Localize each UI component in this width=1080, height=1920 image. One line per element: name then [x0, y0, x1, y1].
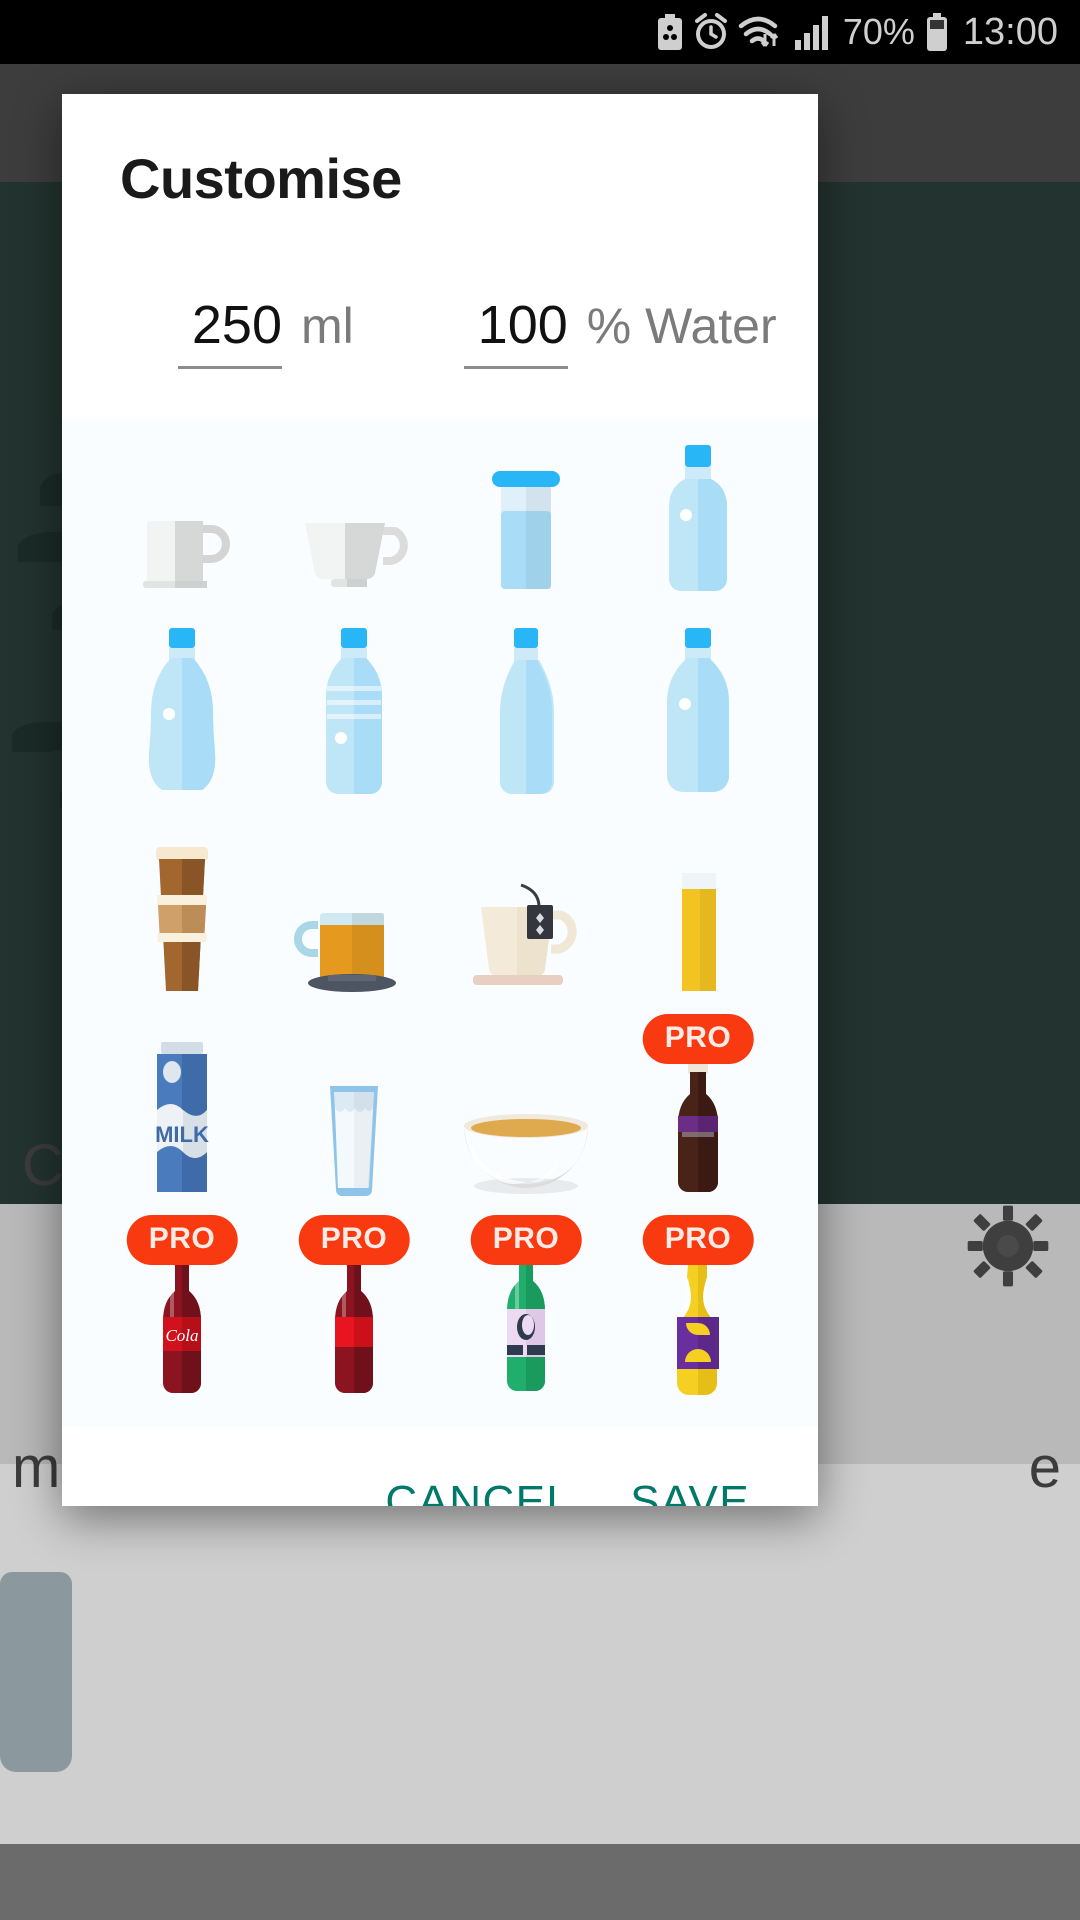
clock-label: 13:00	[962, 10, 1058, 53]
water-bottle-tall-icon[interactable]	[461, 627, 591, 796]
teacup-icon[interactable]	[289, 445, 419, 595]
drink-option[interactable]: PRO	[440, 1214, 612, 1424]
drink-option[interactable]	[268, 821, 440, 1022]
drink-option[interactable]: PRO Cola	[96, 1214, 268, 1424]
drink-option[interactable]: PRO	[612, 1013, 784, 1223]
cola-bottle-purple-icon[interactable]: PRO	[633, 1013, 763, 1198]
drink-option[interactable]	[440, 821, 612, 1022]
cancel-button[interactable]: CANCEL	[379, 1467, 578, 1506]
status-bar: 70% 13:00	[0, 0, 1080, 64]
mug-icon[interactable]	[117, 445, 247, 595]
save-button[interactable]: SAVE	[624, 1467, 756, 1506]
water-bottle-curvy-icon[interactable]	[117, 627, 247, 796]
drink-option[interactable]	[612, 620, 784, 821]
drink-option[interactable]	[268, 419, 440, 620]
pro-badge: PRO	[298, 1214, 410, 1265]
background-right-text: e	[1028, 1435, 1062, 1500]
drink-icon-grid: MILK PRO PRO Cola PRO PRO PRO	[96, 419, 784, 1427]
soup-bowl-icon[interactable]	[461, 1048, 591, 1198]
teabag-cup-icon[interactable]	[461, 847, 591, 997]
page-title: Customise	[120, 147, 402, 210]
battery-icon	[926, 13, 948, 51]
milk-carton-icon[interactable]: MILK	[117, 1041, 247, 1198]
dialog-header: Customise	[62, 94, 818, 211]
pro-badge: PRO	[470, 1214, 582, 1265]
battery-percent-label: 70%	[842, 11, 915, 52]
percent-unit-label: % Water	[586, 298, 777, 354]
amount-field-group: 250 ml	[178, 297, 354, 369]
drink-option[interactable]: PRO	[268, 1214, 440, 1424]
pro-badge: PRO	[642, 1214, 754, 1265]
drink-option[interactable]	[268, 620, 440, 821]
soda-bottle-red-icon[interactable]: PRO	[289, 1214, 419, 1399]
drink-option[interactable]	[96, 821, 268, 1022]
amount-unit-label: ml	[301, 298, 354, 354]
percent-field-group: 100 % Water	[463, 297, 777, 369]
amount-input[interactable]: 250	[178, 298, 282, 369]
drink-icon-grid-wrapper: MILK PRO PRO Cola PRO PRO PRO	[62, 419, 818, 1427]
cola-bottle-label: Cola	[165, 1326, 198, 1345]
juice-bottle-yellow-icon[interactable]: PRO	[633, 1214, 763, 1399]
drink-option[interactable]	[612, 821, 784, 1022]
drink-option[interactable]	[440, 1022, 612, 1223]
drink-option[interactable]	[440, 419, 612, 620]
wifi-icon	[738, 14, 783, 50]
drink-option[interactable]	[96, 419, 268, 620]
water-bottle-round-icon[interactable]	[633, 627, 763, 796]
water-bottle-ribbed-icon[interactable]	[289, 627, 419, 796]
cola-bottle-label-icon[interactable]: PRO Cola	[117, 1214, 247, 1399]
dialog-actions: CANCEL SAVE	[62, 1427, 818, 1506]
drink-option[interactable]	[612, 419, 784, 620]
percent-input[interactable]: 100	[463, 298, 568, 369]
battery-saver-icon	[657, 14, 683, 50]
soda-bottle-green-icon[interactable]: PRO	[461, 1214, 591, 1399]
drink-option[interactable]: MILK	[96, 1022, 268, 1223]
drink-option[interactable]: PRO	[612, 1214, 784, 1424]
background-left-text: C	[22, 1133, 65, 1198]
glass-with-lid-icon[interactable]	[461, 445, 591, 595]
alarm-clock-icon	[694, 13, 728, 50]
water-bottle-small-icon[interactable]	[633, 444, 763, 595]
inputs-row: 250 ml 100 % Water	[62, 277, 818, 369]
juice-glass-icon[interactable]	[633, 847, 763, 997]
customise-dialog: Customise 250 ml 100 % Water MILK PRO PR…	[62, 94, 818, 1506]
pro-badge: PRO	[126, 1214, 238, 1265]
milk-carton-label: MILK	[155, 1122, 209, 1147]
drink-option[interactable]	[96, 620, 268, 821]
background-bottom-strip	[0, 1844, 1080, 1920]
tea-glass-icon[interactable]	[289, 847, 419, 997]
drink-option[interactable]	[268, 1022, 440, 1223]
milk-glass-icon[interactable]	[289, 1048, 419, 1198]
background-bottle-image	[0, 1572, 72, 1772]
pro-badge: PRO	[642, 1013, 754, 1064]
coffee-togo-cup-icon[interactable]	[117, 846, 247, 997]
signal-bars-icon	[794, 14, 830, 50]
drink-option[interactable]	[440, 620, 612, 821]
background-card-lower	[0, 1464, 1080, 1844]
gear-icon	[966, 1204, 1050, 1288]
